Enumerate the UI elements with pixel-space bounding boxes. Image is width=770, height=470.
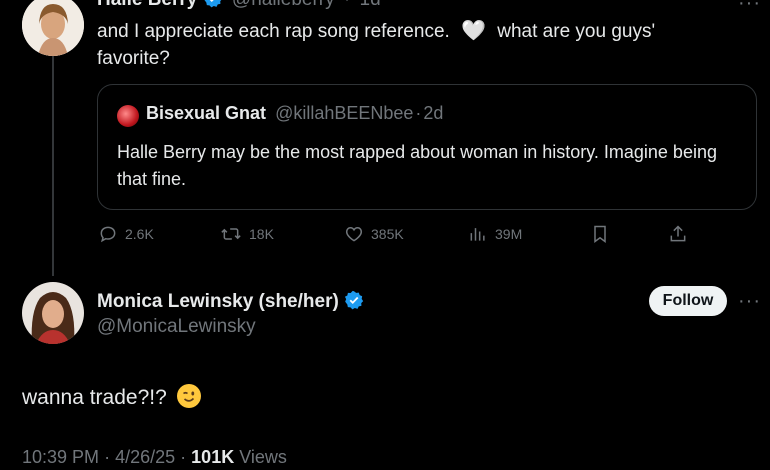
quoted-tweet-text: Halle Berry may be the most rapped about… bbox=[117, 142, 717, 189]
reply-button[interactable]: 2.6K bbox=[98, 222, 154, 246]
bookmark-icon bbox=[594, 225, 606, 243]
quoted-tweet-card[interactable]: Bisexual Gnat @killahBEENbee · 2d Halle Be… bbox=[97, 84, 757, 210]
monica-lewinsky-avatar[interactable] bbox=[22, 282, 84, 344]
follow-button[interactable]: Follow bbox=[649, 286, 727, 316]
like-button[interactable]: 385K bbox=[344, 222, 404, 246]
like-count: 385K bbox=[371, 226, 404, 242]
bisexual-gnat-avatar[interactable] bbox=[117, 105, 139, 127]
main-tweet-meta: 10:39 PM · 4/26/25 · 101K Views bbox=[22, 447, 287, 468]
top-tweet-age[interactable]: 1d bbox=[360, 0, 381, 10]
reply-icon bbox=[100, 226, 116, 243]
meta-separator: · bbox=[180, 447, 187, 467]
thread-line bbox=[52, 56, 54, 276]
top-tweet-text-part1: and I appreciate each rap song reference… bbox=[97, 21, 450, 42]
main-tweet-text-content: wanna trade?!? bbox=[22, 386, 167, 409]
quoted-tweet-author-handle: @killahBEENbee bbox=[275, 103, 414, 123]
views-icon bbox=[470, 228, 485, 241]
top-tweet-header: Halle Berry @halleberry · 1d bbox=[97, 0, 381, 11]
avatar-portrait-graphic bbox=[22, 0, 84, 56]
quoted-tweet-separator: · bbox=[415, 103, 422, 123]
tweet-date[interactable]: 4/26/25 bbox=[115, 447, 175, 467]
quoted-tweet-author-name: Bisexual Gnat bbox=[146, 103, 267, 123]
main-tweet-text: wanna trade?!? bbox=[22, 384, 201, 410]
views-button[interactable]: 39M bbox=[468, 222, 522, 246]
top-tweet-author-handle[interactable]: @halleberry bbox=[232, 0, 335, 10]
halle-berry-avatar[interactable] bbox=[22, 0, 84, 56]
like-icon bbox=[345, 226, 363, 242]
meta-separator: · bbox=[104, 447, 111, 467]
top-tweet-text: and I appreciate each rap song reference… bbox=[97, 18, 717, 72]
repost-button[interactable]: 18K bbox=[220, 222, 274, 246]
quoted-tweet-age: 2d bbox=[423, 103, 444, 123]
avatar-portrait-graphic bbox=[22, 282, 84, 344]
repost-icon bbox=[221, 228, 241, 240]
main-tweet-author-handle[interactable]: @MonicaLewinsky bbox=[97, 316, 256, 338]
share-button[interactable] bbox=[668, 222, 688, 246]
repost-count: 18K bbox=[249, 226, 274, 242]
top-tweet-more-icon[interactable]: ··· bbox=[738, 0, 761, 15]
share-icon bbox=[670, 225, 686, 242]
tweet-view-count: 101K bbox=[191, 447, 235, 467]
quoted-tweet-header: Bisexual Gnat @killahBEENbee · 2d bbox=[146, 103, 443, 124]
verified-badge-icon bbox=[204, 0, 221, 8]
tweet-views-label: Views bbox=[239, 447, 287, 467]
wink-emoji-icon bbox=[176, 384, 201, 408]
top-tweet-separator: · bbox=[344, 0, 350, 10]
main-tweet-header: Monica Lewinsky (she/her) bbox=[97, 290, 364, 313]
views-count: 39M bbox=[495, 226, 523, 242]
white-heart-icon: 🤍 bbox=[461, 20, 486, 42]
reply-count: 2.6K bbox=[125, 226, 154, 242]
main-tweet-more-icon[interactable]: ··· bbox=[738, 290, 761, 313]
bookmark-button[interactable] bbox=[590, 222, 610, 246]
verified-badge-icon bbox=[344, 290, 364, 310]
tweet-time[interactable]: 10:39 PM bbox=[22, 447, 99, 467]
top-tweet-author-name[interactable]: Halle Berry bbox=[97, 0, 197, 10]
main-tweet-author-name[interactable]: Monica Lewinsky (she/her) bbox=[97, 291, 339, 312]
